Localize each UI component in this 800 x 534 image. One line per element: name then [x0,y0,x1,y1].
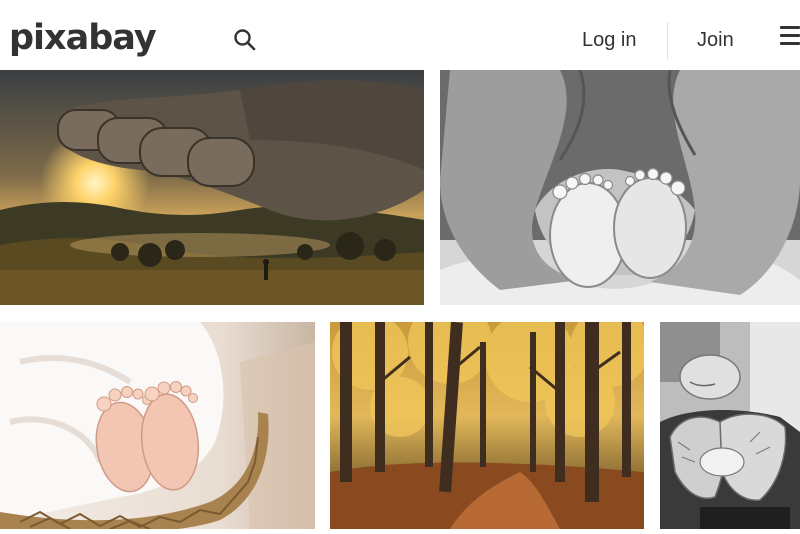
photo-image [440,70,800,305]
pixabay-logo[interactable]: pixabay [9,16,157,60]
photo-tile[interactable] [0,70,424,305]
login-link[interactable]: Log in [582,29,637,52]
nav-divider [667,22,668,60]
photo-image [330,322,644,529]
search-button[interactable] [232,27,258,53]
search-icon [234,29,256,51]
photo-tile[interactable] [660,322,800,529]
hamburger-menu-icon [780,26,800,45]
top-nav-bar: pixabay Log in Join [0,0,800,70]
photo-tile[interactable] [330,322,644,529]
photo-tile[interactable] [440,70,800,305]
photo-image [0,70,424,305]
photo-image [660,322,800,529]
join-button[interactable]: Join [697,29,734,52]
photo-image [0,322,315,529]
menu-button[interactable] [780,26,800,48]
photo-tile[interactable] [0,322,315,529]
